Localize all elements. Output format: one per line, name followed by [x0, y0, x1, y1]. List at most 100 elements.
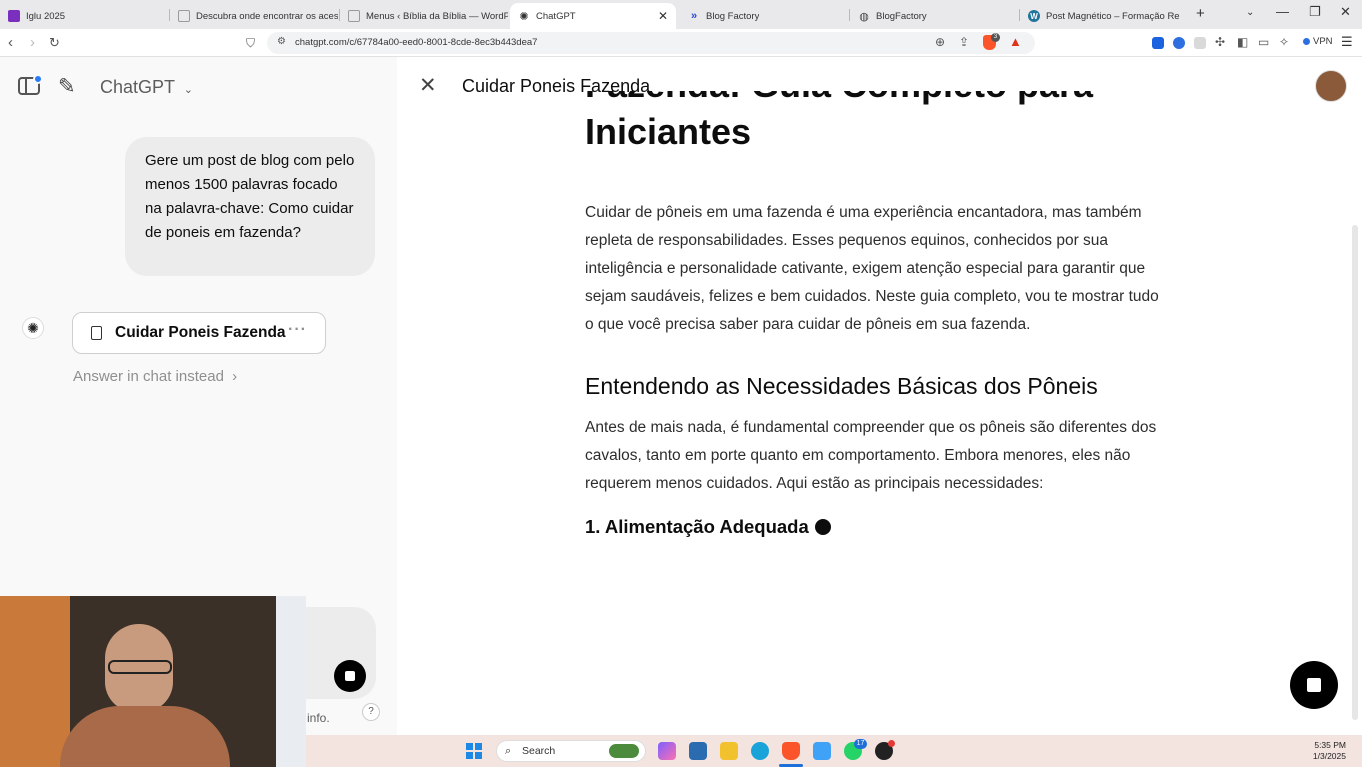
sidebar-divider: [25, 79, 27, 93]
notification-dot: [888, 740, 895, 747]
start-tile: [466, 752, 473, 759]
page-icon: [178, 10, 190, 22]
globe-icon: ◍: [859, 10, 869, 23]
tab-descubra[interactable]: Descubra onde encontrar os acessórios: [170, 3, 338, 29]
webcam-background-window: [276, 596, 306, 767]
close-canvas-icon[interactable]: ✕: [419, 73, 437, 98]
answer-in-chat-link[interactable]: Answer in chat instead ›: [73, 368, 237, 385]
document-heading-1: Fazenda: Guia Completo para Iniciantes: [585, 91, 1093, 152]
start-tile: [475, 743, 482, 750]
typing-cursor-icon: [814, 519, 831, 535]
vpn-status-icon: [1303, 38, 1310, 45]
tab-blog-factory[interactable]: » Blog Factory: [680, 3, 848, 29]
notification-dot: [33, 74, 43, 84]
canvas-scrollbar[interactable]: [1352, 225, 1358, 720]
h1-clip: Fazenda: Guia Completo para Iniciantes: [585, 91, 1175, 155]
stop-generating-button[interactable]: [334, 660, 366, 692]
help-button[interactable]: ?: [362, 703, 380, 721]
back-icon[interactable]: ‹: [8, 34, 13, 51]
tab-search-chevron-icon[interactable]: ⌄: [1246, 7, 1254, 18]
stop-icon: [345, 671, 355, 681]
canvas-editor: ✕ Cuidar Poneis Fazenda Fazenda: Guia Co…: [397, 57, 1362, 735]
tab-close-icon[interactable]: ✕: [658, 9, 668, 23]
tab-iglu-2025[interactable]: Iglu 2025: [0, 3, 168, 29]
user-message-bubble: Gere um post de blog com pelo menos 1500…: [125, 137, 375, 276]
stop-generating-button[interactable]: [1290, 661, 1338, 709]
taskbar-search-placeholder: Search: [522, 745, 556, 757]
model-selector[interactable]: ChatGPT ⌄: [100, 77, 193, 98]
start-tile: [475, 752, 482, 759]
address-bar[interactable]: ⚙ chatgpt.com/c/67784a00-eed0-8001-8cde-…: [267, 32, 1035, 54]
start-tile: [466, 743, 473, 750]
leo-ai-icon[interactable]: ✧: [1279, 35, 1289, 49]
file-explorer-icon[interactable]: [720, 742, 738, 760]
whatsapp-badge: 17: [854, 739, 867, 749]
tab-chatgpt[interactable]: ✺ ChatGPT ✕: [510, 3, 676, 29]
windows-taskbar: ⌕ Search 17 5:35 PM 1/3/2025: [306, 735, 1362, 767]
chevron-right-icon: ›: [232, 368, 238, 385]
webcam-glasses: [108, 660, 172, 674]
chatgpt-logo-icon: ✺: [22, 317, 44, 339]
chevron-down-icon: ⌄: [183, 84, 193, 96]
minimize-icon[interactable]: —: [1276, 4, 1289, 19]
store-icon[interactable]: [689, 742, 707, 760]
extension-icon[interactable]: [1173, 37, 1185, 49]
chatgpt-icon: ✺: [519, 10, 529, 23]
document-heading-2: Entendendo as Necessidades Básicas dos P…: [585, 373, 1098, 399]
copilot-icon[interactable]: [658, 742, 676, 760]
reload-icon[interactable]: ↻: [49, 35, 60, 51]
wordpress-icon: W: [1028, 10, 1040, 22]
body-paragraph: Antes de mais nada, é fundamental compre…: [585, 419, 1157, 492]
system-clock[interactable]: 5:35 PM 1/3/2025: [1313, 740, 1346, 762]
answer-in-chat-label: Answer in chat instead: [73, 368, 224, 385]
taskbar-search[interactable]: ⌕ Search: [496, 740, 646, 762]
site-settings-icon[interactable]: ⚙: [277, 36, 286, 47]
app-icon[interactable]: [813, 742, 831, 760]
tab-blogfactory[interactable]: ◍ BlogFactory: [850, 3, 1018, 29]
brave-rewards-icon[interactable]: ▲: [1009, 34, 1022, 49]
maximize-icon[interactable]: ❐: [1309, 4, 1321, 20]
page-icon: [348, 10, 360, 22]
disclaimer-text: info.: [307, 711, 330, 725]
wallet-icon[interactable]: ▭: [1258, 35, 1269, 49]
url-text[interactable]: chatgpt.com/c/67784a00-eed0-8001-8cde-8e…: [295, 37, 537, 48]
vpn-button[interactable]: VPN: [1313, 36, 1333, 47]
brave-icon[interactable]: [782, 742, 800, 760]
clock-date: 1/3/2025: [1312, 751, 1346, 761]
blog-factory-icon: »: [690, 10, 698, 22]
shields-badge: 3: [991, 33, 1000, 42]
bitwarden-extension-icon[interactable]: [1152, 37, 1164, 49]
user-avatar[interactable]: [1315, 70, 1347, 102]
canvas-document-card[interactable]: Cuidar Poneis Fazenda ···: [72, 312, 326, 354]
edge-icon[interactable]: [751, 742, 769, 760]
heading-3-text: 1. Alimentação Adequada: [585, 516, 809, 537]
webcam-background-shelf: [0, 596, 70, 767]
sidebar-icon[interactable]: ◧: [1237, 35, 1248, 49]
new-chat-icon[interactable]: ✎: [58, 74, 76, 99]
windows-start-icon[interactable]: [466, 743, 482, 759]
bookmark-icon[interactable]: ⛉: [246, 36, 255, 51]
webcam-overlay: [0, 596, 306, 767]
document-heading-3: 1. Alimentação Adequada: [585, 516, 1175, 538]
canvas-document[interactable]: Fazenda: Guia Completo para Iniciantes C…: [585, 91, 1175, 538]
browser-tab-strip: Iglu 2025 Descubra onde encontrar os ace…: [0, 0, 1362, 29]
forward-icon[interactable]: ›: [30, 34, 35, 51]
purple-app-icon: [8, 10, 20, 22]
window-close-icon[interactable]: ✕: [1340, 4, 1351, 20]
new-tab-button[interactable]: +: [1196, 5, 1205, 22]
tab-post-magnetico[interactable]: W Post Magnético – Formação Renda: [1020, 3, 1180, 29]
browser-toolbar: ‹ › ↻ ⛉ ⚙ chatgpt.com/c/67784a00-eed0-80…: [0, 29, 1362, 57]
share-icon[interactable]: ⇪: [959, 35, 969, 49]
document-icon: [91, 326, 102, 340]
document-card-title: Cuidar Poneis Fazenda: [115, 324, 286, 341]
tab-menus-biblia[interactable]: Menus ‹ Bíblia da Bíblia — WordPress: [340, 3, 508, 29]
extension-icon[interactable]: [1194, 37, 1206, 49]
zoom-icon[interactable]: ⊕: [935, 35, 945, 49]
stop-icon: [1307, 678, 1321, 692]
search-highlight-icon: [609, 744, 639, 758]
menu-icon[interactable]: ☰: [1341, 34, 1353, 50]
app-title: ChatGPT: [100, 77, 175, 97]
clock-time: 5:35 PM: [1314, 740, 1346, 750]
intro-paragraph: Cuidar de pôneis em uma fazenda é uma ex…: [585, 204, 1159, 333]
puzzle-extensions-icon[interactable]: ✣: [1215, 35, 1225, 49]
